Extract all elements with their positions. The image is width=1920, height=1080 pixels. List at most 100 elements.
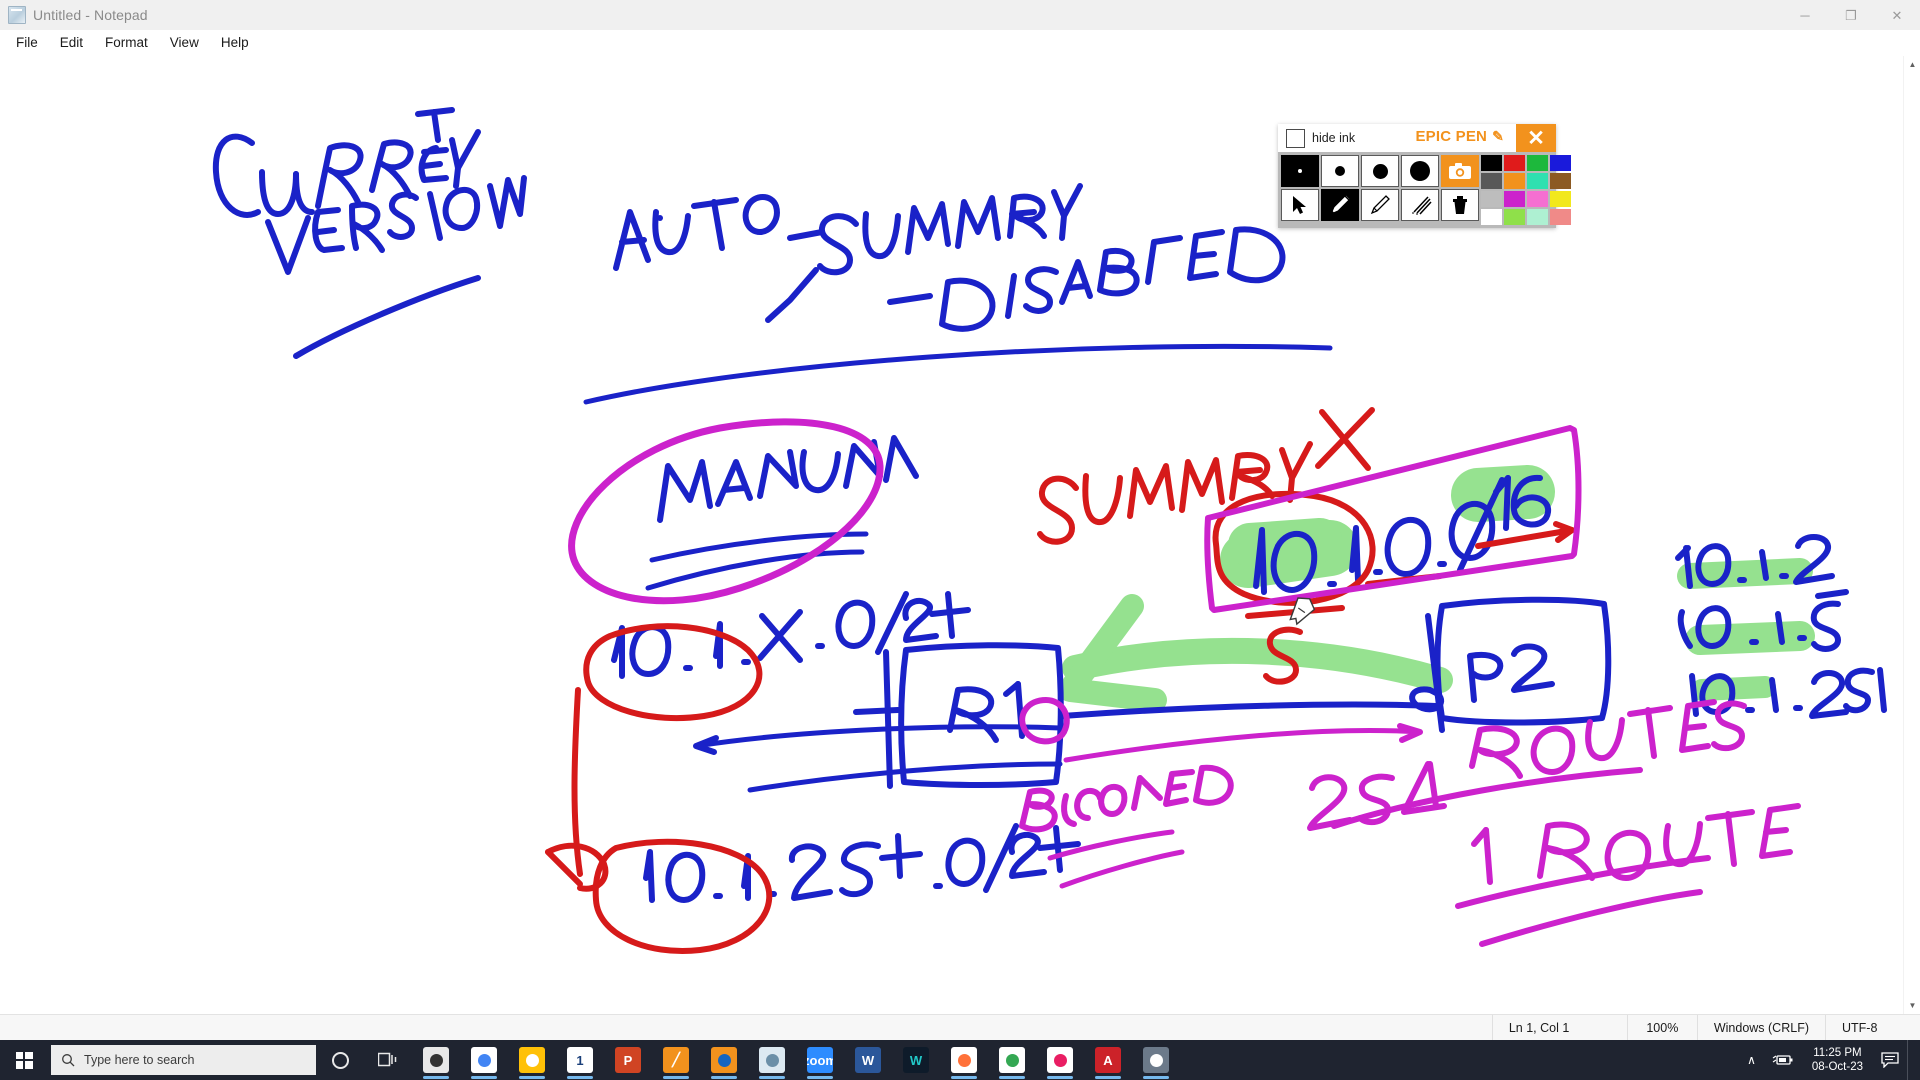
notifications-icon[interactable] bbox=[1873, 1040, 1907, 1080]
paint-icon bbox=[1047, 1047, 1073, 1073]
pen-size-s-button[interactable] bbox=[1321, 155, 1359, 187]
obs-studio-icon bbox=[711, 1047, 737, 1073]
camera-icon[interactable] bbox=[1441, 155, 1479, 187]
taskbar-app-wondershare[interactable]: W bbox=[892, 1040, 940, 1080]
powerpoint-icon: P bbox=[615, 1047, 641, 1073]
taskbar-search-box[interactable]: Type here to search bbox=[51, 1045, 316, 1075]
epic-pen-icon: ╱ bbox=[663, 1047, 689, 1073]
file-explorer-icon bbox=[519, 1047, 545, 1073]
notepad-icon bbox=[8, 5, 26, 24]
taskbar-app-google-chrome[interactable] bbox=[460, 1040, 508, 1080]
onenote-icon: 1 bbox=[567, 1047, 593, 1073]
pen-size-m-button[interactable] bbox=[1361, 155, 1399, 187]
color-swatch-14[interactable] bbox=[1527, 209, 1548, 225]
clock-time: 11:25 PM bbox=[1813, 1047, 1862, 1059]
wondershare-icon: W bbox=[903, 1047, 929, 1073]
tray-chevron-icon[interactable]: ∧ bbox=[1739, 1040, 1764, 1080]
zoom-icon: zoom bbox=[807, 1047, 833, 1073]
taskbar-app-epic-pen[interactable]: ╱ bbox=[652, 1040, 700, 1080]
search-placeholder: Type here to search bbox=[84, 1053, 195, 1067]
minimize-button[interactable]: ─ bbox=[1782, 0, 1828, 30]
notepad-window: Untitled - Notepad ─ ❐ ✕ File Edit Forma… bbox=[0, 0, 1920, 1040]
color-swatch-1[interactable] bbox=[1504, 155, 1525, 171]
status-bar: Ln 1, Col 1 100% Windows (CRLF) UTF-8 bbox=[0, 1014, 1920, 1040]
epic-pen-toolbar[interactable]: hide ink EPIC PEN ✎ ✕ bbox=[1278, 124, 1571, 228]
color-swatch-15[interactable] bbox=[1550, 209, 1571, 225]
microsoft-word-icon: W bbox=[855, 1047, 881, 1073]
taskbar-app-powerpoint[interactable]: P bbox=[604, 1040, 652, 1080]
arrow-cursor-icon[interactable] bbox=[1281, 189, 1319, 221]
color-palette[interactable] bbox=[1481, 155, 1571, 225]
clock-date: 08-Oct-23 bbox=[1811, 1061, 1863, 1073]
epic-pen-body bbox=[1278, 152, 1571, 228]
taskbar-app-chrome-secondary[interactable] bbox=[988, 1040, 1036, 1080]
calculator-icon bbox=[1143, 1047, 1169, 1073]
battery-charging-icon[interactable] bbox=[1764, 1040, 1802, 1080]
pen-size-xs-button[interactable] bbox=[1281, 155, 1319, 187]
taskbar-app-file-explorer[interactable] bbox=[508, 1040, 556, 1080]
trash-icon[interactable] bbox=[1441, 189, 1479, 221]
taskbar-clock[interactable]: 11:25 PM 08-Oct-23 bbox=[1802, 1040, 1873, 1080]
pencil-icon: ✎ bbox=[1492, 128, 1504, 144]
epic-pen-tool-grid bbox=[1281, 155, 1479, 225]
taskbar-app-paint[interactable] bbox=[1036, 1040, 1084, 1080]
pen-size-l-button[interactable] bbox=[1401, 155, 1439, 187]
chrome-secondary-icon bbox=[999, 1047, 1025, 1073]
color-swatch-7[interactable] bbox=[1550, 173, 1571, 189]
maximize-button[interactable]: ❐ bbox=[1828, 0, 1874, 30]
color-swatch-9[interactable] bbox=[1504, 191, 1525, 207]
window-title: Untitled - Notepad bbox=[33, 6, 148, 23]
color-swatch-10[interactable] bbox=[1527, 191, 1548, 207]
pencil-icon[interactable] bbox=[1321, 189, 1359, 221]
color-swatch-2[interactable] bbox=[1527, 155, 1548, 171]
status-cursor-position: Ln 1, Col 1 bbox=[1491, 1015, 1627, 1040]
menu-edit[interactable]: Edit bbox=[49, 32, 94, 53]
scroll-down-icon[interactable]: ▼ bbox=[1904, 997, 1920, 1014]
mozilla-firefox-icon bbox=[951, 1047, 977, 1073]
menu-file[interactable]: File bbox=[5, 32, 49, 53]
adobe-acrobat-icon: A bbox=[1095, 1047, 1121, 1073]
hide-ink-label: hide ink bbox=[1312, 131, 1356, 145]
taskbar-app-adobe-acrobat[interactable]: A bbox=[1084, 1040, 1132, 1080]
status-zoom-level: 100% bbox=[1626, 1015, 1697, 1040]
taskbar-app-calculator[interactable] bbox=[1132, 1040, 1180, 1080]
start-button[interactable] bbox=[0, 1040, 48, 1080]
pen-icon[interactable] bbox=[1361, 189, 1399, 221]
taskbar-app-microsoft-word[interactable]: W bbox=[844, 1040, 892, 1080]
task-view-icon[interactable] bbox=[364, 1040, 412, 1080]
text-editor-area[interactable]: ▲ ▼ bbox=[0, 56, 1920, 1014]
snipping-tool-icon bbox=[423, 1047, 449, 1073]
color-swatch-0[interactable] bbox=[1481, 155, 1502, 171]
windows-taskbar: Type here to search 1P ╱ zoom WW A ∧ 11:25 P… bbox=[0, 1040, 1920, 1080]
taskbar-app-notepad[interactable] bbox=[748, 1040, 796, 1080]
taskbar-app-onenote[interactable]: 1 bbox=[556, 1040, 604, 1080]
color-swatch-8[interactable] bbox=[1481, 191, 1502, 207]
taskbar-app-snipping-tool[interactable] bbox=[412, 1040, 460, 1080]
taskbar-app-zoom[interactable]: zoom bbox=[796, 1040, 844, 1080]
color-swatch-5[interactable] bbox=[1504, 173, 1525, 189]
editor-scrollbar[interactable]: ▲ ▼ bbox=[1903, 56, 1920, 1014]
window-controls: ─ ❐ ✕ bbox=[1782, 0, 1920, 30]
menu-bar: File Edit Format View Help bbox=[0, 30, 1920, 56]
taskbar-app-list: 1P ╱ zoom WW A bbox=[412, 1040, 1180, 1080]
eraser-icon[interactable] bbox=[1401, 189, 1439, 221]
search-icon bbox=[62, 1054, 75, 1067]
color-swatch-11[interactable] bbox=[1550, 191, 1571, 207]
scroll-up-icon[interactable]: ▲ bbox=[1904, 56, 1920, 73]
color-swatch-6[interactable] bbox=[1527, 173, 1548, 189]
color-swatch-12[interactable] bbox=[1481, 209, 1502, 225]
close-button[interactable]: ✕ bbox=[1874, 0, 1920, 30]
taskbar-app-obs-studio[interactable] bbox=[700, 1040, 748, 1080]
epic-pen-header: hide ink EPIC PEN ✎ ✕ bbox=[1278, 124, 1556, 152]
color-swatch-13[interactable] bbox=[1504, 209, 1525, 225]
show-desktop-button[interactable] bbox=[1907, 1040, 1914, 1080]
cortana-circle-icon[interactable] bbox=[316, 1040, 364, 1080]
menu-help[interactable]: Help bbox=[210, 32, 260, 53]
color-swatch-3[interactable] bbox=[1550, 155, 1571, 171]
epic-pen-close-button[interactable]: ✕ bbox=[1516, 124, 1556, 152]
hide-ink-checkbox[interactable] bbox=[1286, 128, 1305, 148]
color-swatch-4[interactable] bbox=[1481, 173, 1502, 189]
taskbar-app-mozilla-firefox[interactable] bbox=[940, 1040, 988, 1080]
menu-format[interactable]: Format bbox=[94, 32, 159, 53]
menu-view[interactable]: View bbox=[159, 32, 210, 53]
